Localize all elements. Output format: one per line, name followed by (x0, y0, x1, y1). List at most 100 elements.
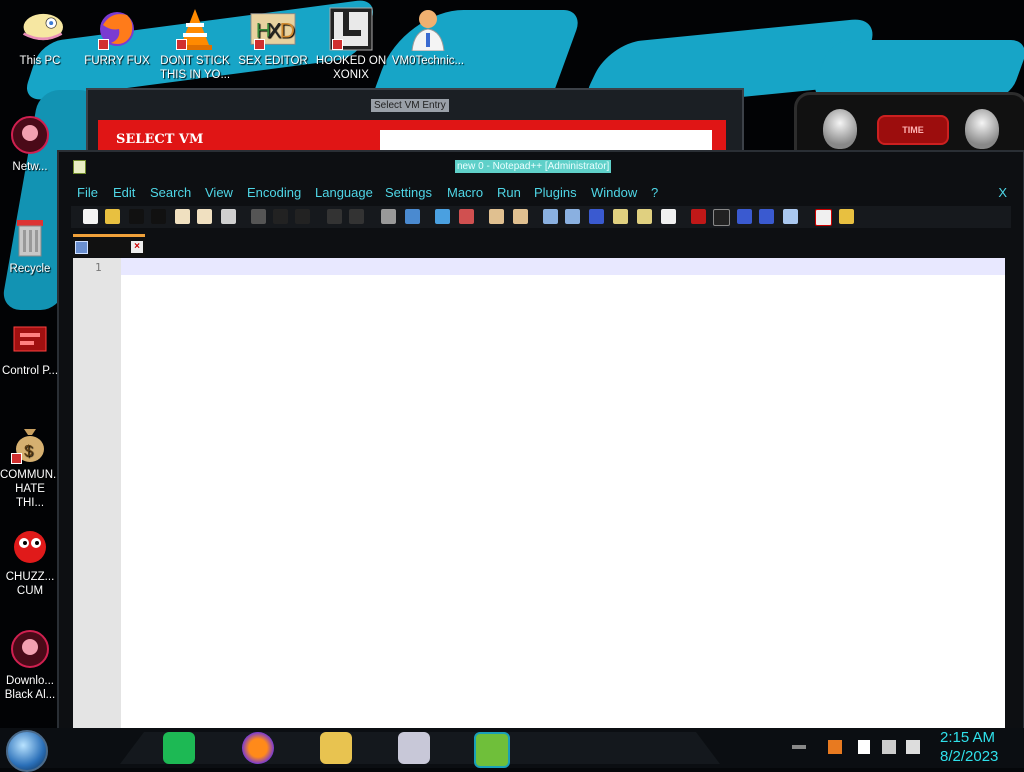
editor-area[interactable]: 1 (73, 258, 1005, 730)
network-icon[interactable] (882, 740, 896, 754)
playback-macro-icon[interactable] (737, 209, 752, 224)
paste-icon[interactable] (295, 209, 310, 224)
sync-vertical-icon[interactable] (489, 209, 504, 224)
word-wrap-icon[interactable] (543, 209, 558, 224)
firefox-icon[interactable] (242, 732, 274, 764)
desktop-icon-network[interactable]: Netw... (0, 112, 60, 174)
file-explorer-icon[interactable] (320, 732, 352, 764)
desktop-icon-label: DONT STICK THIS IN YO... (159, 55, 231, 81)
desktop-icon-label: COMMUN... HATE THI... (0, 469, 63, 509)
save-macro-icon[interactable] (783, 209, 798, 224)
menu-view[interactable]: View (205, 185, 233, 200)
desktop-icon-label: SEX EDITOR (238, 55, 308, 67)
menu-bar: File Edit Search View Encoding Language … (71, 182, 1011, 204)
anime-face-icon (17, 6, 63, 52)
cut-icon[interactable] (251, 209, 266, 224)
alien-orb-icon (7, 112, 53, 158)
title-bar[interactable]: new 0 - Notepad++ [Administrator] (59, 152, 1023, 180)
tab-close-button[interactable]: × (131, 241, 143, 253)
run-macro-multiple-icon[interactable] (759, 209, 774, 224)
user-defined-language-icon[interactable] (613, 209, 628, 224)
desktop-icon-vm0technic[interactable]: VM0Technic... (388, 6, 468, 68)
record-macro-icon[interactable] (691, 209, 706, 224)
menu-language[interactable]: Language (315, 185, 373, 200)
close-document-button[interactable]: X (998, 185, 1007, 200)
menu-run[interactable]: Run (497, 185, 521, 200)
desktop-icon-this-pc[interactable]: This PC (0, 6, 80, 68)
desktop-icon-label: FURRY FUX (84, 55, 150, 67)
folder-workspace-icon[interactable] (839, 209, 854, 224)
slideshow-icon[interactable] (398, 732, 430, 764)
desktop-icon-furry-fux[interactable]: FURRY FUX (77, 6, 157, 68)
notepad-plus-plus-icon[interactable] (474, 732, 510, 768)
redo-icon[interactable] (349, 209, 364, 224)
widget-label: TIME (877, 115, 949, 145)
undo-icon[interactable] (327, 209, 342, 224)
chuzzle-creature-icon (7, 522, 53, 568)
new-file-icon[interactable] (83, 209, 98, 224)
doctor-person-icon (405, 6, 451, 52)
show-hidden-icons-icon[interactable] (792, 745, 806, 749)
java-update-icon[interactable] (828, 740, 842, 754)
tab-new-0[interactable]: × (73, 234, 145, 257)
indent-guide-icon[interactable] (589, 209, 604, 224)
desktop-icon-control-panel[interactable]: Control P... (0, 316, 60, 378)
menu-encoding[interactable]: Encoding (247, 185, 301, 200)
save-all-icon[interactable] (151, 209, 166, 224)
menu-settings[interactable]: Settings (385, 185, 432, 200)
save-icon[interactable] (129, 209, 144, 224)
start-button[interactable] (6, 730, 48, 772)
menu-plugins[interactable]: Plugins (534, 185, 577, 200)
desktop-icon-chuzzle[interactable]: CHUZZ... CUM (0, 522, 60, 598)
desktop-icon-communism[interactable]: $ COMMUN... HATE THI... (0, 420, 63, 510)
document-map-icon[interactable] (637, 209, 652, 224)
shortcut-arrow-icon (176, 39, 187, 50)
zoom-out-icon[interactable] (459, 209, 474, 224)
current-line-highlight (121, 258, 1005, 275)
shortcut-arrow-icon (98, 39, 109, 50)
find-icon[interactable] (381, 209, 396, 224)
clock-date[interactable]: 8/2/2023 (940, 748, 998, 765)
menu-window[interactable]: Window (591, 185, 637, 200)
xonix-game-icon (328, 6, 374, 52)
stop-recording-icon[interactable] (713, 209, 730, 226)
replace-icon[interactable] (405, 209, 420, 224)
desktop-icon-download-black-alien[interactable]: Downlo... Black Al... (0, 626, 60, 702)
spell-check-icon[interactable] (815, 209, 832, 226)
shortcut-arrow-icon (332, 39, 343, 50)
print-icon[interactable] (221, 209, 236, 224)
desktop-icon-label: Control P... (1, 365, 59, 377)
recycle-bin-icon (7, 214, 53, 260)
desktop-icon-label: CHUZZ... CUM (5, 571, 55, 597)
show-all-characters-icon[interactable] (565, 209, 580, 224)
tab-bar: × (71, 232, 1011, 257)
desktop-icon-label: Netw... (12, 161, 48, 173)
menu-macro[interactable]: Macro (447, 185, 483, 200)
taskbar: 2:15 AM 8/2/2023 (0, 728, 1024, 772)
volume-icon[interactable] (906, 740, 920, 754)
spotify-icon[interactable] (163, 732, 195, 764)
copy-icon[interactable] (273, 209, 288, 224)
desktop-icon-hooked-on-xonix[interactable]: HOOKED ON XONIX (311, 6, 391, 82)
hxd-editor-icon: HXD (250, 6, 296, 52)
menu-edit[interactable]: Edit (113, 185, 135, 200)
desktop-icon-dont-stick[interactable]: DONT STICK THIS IN YO... (155, 6, 235, 82)
money-bag-icon: $ (7, 420, 53, 466)
clock-time[interactable]: 2:15 AM (940, 729, 995, 746)
menu-search[interactable]: Search (150, 185, 191, 200)
action-center-flag-icon[interactable] (858, 740, 870, 754)
function-list-icon[interactable] (661, 209, 676, 224)
line-number: 1 (95, 261, 102, 274)
menu-file[interactable]: File (77, 185, 98, 200)
sync-horizontal-icon[interactable] (513, 209, 528, 224)
open-file-icon[interactable] (105, 209, 120, 224)
menu-help[interactable]: ? (651, 185, 658, 200)
close-file-icon[interactable] (175, 209, 190, 224)
close-all-icon[interactable] (197, 209, 212, 224)
desktop-icon-label: Recycle (9, 263, 51, 275)
zoom-in-icon[interactable] (435, 209, 450, 224)
notepad-plus-plus-window[interactable]: new 0 - Notepad++ [Administrator] File E… (57, 150, 1024, 734)
desktop-icon-sex-editor[interactable]: HXD SEX EDITOR (233, 6, 313, 68)
vlc-cone-icon (172, 6, 218, 52)
desktop-icon-recycle[interactable]: Recycle (0, 214, 60, 276)
